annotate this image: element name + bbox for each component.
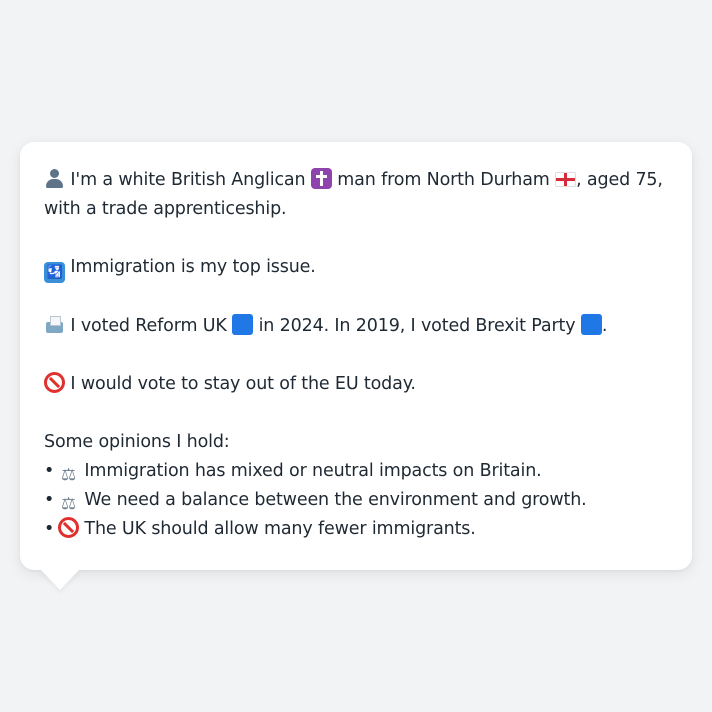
prohibited-icon	[44, 372, 65, 393]
prohibited-icon	[58, 517, 79, 538]
vote-paragraph: I voted Reform UK in 2024. In 2019, I vo…	[44, 312, 674, 341]
cross-icon	[310, 168, 332, 189]
issue-paragraph: 🛂 Immigration is my top issue.	[44, 253, 674, 283]
opinions-heading: Some opinions I hold:	[44, 432, 230, 452]
vote-text-2: in 2024. In 2019, I voted Brexit Party	[258, 316, 576, 336]
blue-square-icon	[580, 314, 602, 335]
opinion-text: We need a balance between the environmen…	[84, 490, 587, 510]
vote-text-1: I voted Reform UK	[70, 316, 227, 336]
intro-paragraph: I'm a white British Anglican man from No…	[44, 166, 674, 224]
vote-text-3: .	[601, 316, 608, 336]
opinion-text: Immigration has mixed or neutral impacts…	[84, 461, 542, 481]
bullet-marker: •	[44, 461, 55, 481]
bullet-marker: •	[44, 490, 55, 510]
eu-text: I would vote to stay out of the EU today…	[70, 374, 416, 394]
person-icon	[44, 168, 65, 189]
england-flag-icon	[555, 172, 577, 187]
opinion-text: The UK should allow many fewer immigrant…	[84, 519, 476, 539]
opinions-section: Some opinions I hold: • ⚖ Immigration has…	[44, 428, 674, 544]
issue-text: Immigration is my top issue.	[70, 257, 316, 277]
intro-text-2: man from North Durham	[337, 170, 550, 190]
bullet-marker: •	[44, 519, 55, 539]
opinion-item: • ⚖ We need a balance between the environ…	[44, 486, 674, 515]
opinion-item: • The UK should allow many fewer immigra…	[44, 515, 674, 544]
scales-icon: ⚖	[60, 494, 77, 514]
intro-text-1: I'm a white British Anglican	[70, 170, 306, 190]
scales-icon: ⚖	[60, 465, 77, 485]
speech-bubble-tail	[40, 569, 80, 590]
passport-control-icon: 🛂	[44, 262, 65, 283]
opinion-item: • ⚖ Immigration has mixed or neutral impa…	[44, 457, 674, 486]
blue-square-icon	[232, 314, 254, 335]
ballot-box-icon	[44, 314, 65, 335]
eu-paragraph: I would vote to stay out of the EU today…	[44, 370, 674, 399]
persona-card: I'm a white British Anglican man from No…	[20, 142, 692, 570]
